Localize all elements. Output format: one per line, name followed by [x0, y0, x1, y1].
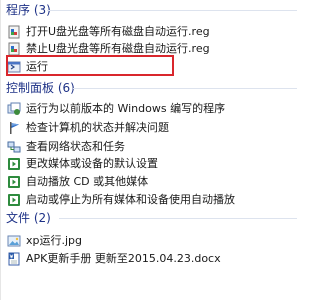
- section-divider: [59, 218, 297, 219]
- section-header-control-panel[interactable]: 控制面板 (6): [6, 79, 75, 97]
- autoplay-icon: [7, 193, 21, 207]
- action-center-flag-icon: [7, 121, 21, 135]
- result-item-toggle-autoplay[interactable]: 启动或停止为所有媒体和设备使用自动播放: [7, 191, 235, 208]
- autoplay-icon: [7, 157, 21, 171]
- section-divider: [73, 88, 297, 89]
- section-header-files[interactable]: 文件 (2): [6, 209, 51, 227]
- result-item-label: APK更新手册 更新至2015.04.23.docx: [26, 252, 221, 265]
- search-results-panel: 程序 (3) 打开U盘光盘等所有磁盘自动运行.reg 禁止U盘光盘等所有磁盘自动…: [0, 0, 300, 300]
- reg-file-icon: [7, 42, 21, 56]
- result-item-label: 启动或停止为所有媒体和设备使用自动播放: [26, 193, 235, 206]
- result-item-autoplay-cd[interactable]: 自动播放 CD 或其他媒体: [7, 173, 148, 190]
- result-item-label: xp运行.jpg: [26, 234, 83, 247]
- result-item-apk-doc[interactable]: APK更新手册 更新至2015.04.23.docx: [7, 250, 221, 267]
- result-item-xp-jpg[interactable]: xp运行.jpg: [7, 232, 82, 249]
- result-item-label: 更改媒体或设备的默认设置: [26, 157, 158, 170]
- autoplay-icon: [7, 175, 21, 189]
- result-item-check-status[interactable]: 检查计算机的状态并解决问题: [7, 119, 169, 136]
- result-item-compat[interactable]: 运行为以前版本的 Windows 编写的程序: [7, 100, 225, 117]
- result-item-label: 检查计算机的状态并解决问题: [26, 121, 169, 134]
- result-item-network[interactable]: 查看网络状态和任务: [7, 138, 125, 155]
- reg-file-icon: [7, 25, 21, 39]
- compat-icon: [7, 102, 21, 116]
- highlight-box: [6, 55, 174, 76]
- result-item-reg-enable[interactable]: 打开U盘光盘等所有磁盘自动运行.reg: [7, 23, 210, 40]
- result-item-label: 打开U盘光盘等所有磁盘自动运行.reg: [26, 25, 210, 38]
- section-header-programs[interactable]: 程序 (3): [6, 1, 51, 19]
- result-item-label: 查看网络状态和任务: [26, 140, 125, 153]
- network-icon: [7, 140, 21, 154]
- result-item-change-media-defaults[interactable]: 更改媒体或设备的默认设置: [7, 155, 158, 172]
- image-file-icon: [7, 234, 21, 248]
- result-item-label: 自动播放 CD 或其他媒体: [26, 175, 149, 188]
- section-divider: [47, 10, 297, 11]
- result-item-label: 运行为以前版本的 Windows 编写的程序: [26, 102, 226, 115]
- doc-file-icon: [7, 252, 21, 266]
